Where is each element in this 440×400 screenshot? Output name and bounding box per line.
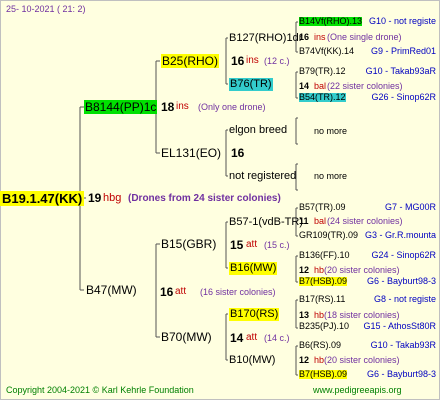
gen4-queen[interactable]: B6(RS).09 xyxy=(299,341,341,350)
gen4-queen[interactable]: B54(TR).12 xyxy=(299,93,346,102)
mother-number: 16 xyxy=(160,285,174,299)
root-queen[interactable]: B19.1.47(KK) xyxy=(0,191,85,206)
gen4-type: bal xyxy=(314,81,327,91)
gen2-a-number: 16 xyxy=(231,54,245,68)
gen3-a2[interactable]: B76(TR) xyxy=(229,78,273,91)
root-note: (Drones from 24 sister colonies) xyxy=(128,193,281,204)
gen4-number: 12 xyxy=(299,355,310,365)
father-type: ins xyxy=(176,101,189,112)
gen4-location: G6 - Bayburt98-3 xyxy=(366,276,436,286)
gen2-d-number: 14 xyxy=(230,331,244,345)
gen4-type: bal xyxy=(314,216,327,226)
gen4-number: 16 xyxy=(299,32,310,42)
gen4-queen[interactable]: B7(HSB).09 xyxy=(299,277,348,286)
gen4-type: ins xyxy=(314,32,326,42)
gen2-c[interactable]: B15(GBR) xyxy=(161,238,216,250)
gen4-queen[interactable]: B14Vf(RHO).13 xyxy=(299,17,363,26)
gen4-note: (18 sister colonies) xyxy=(324,310,400,320)
gen4-queen[interactable]: GR109(TR).09 xyxy=(299,231,358,240)
gen2-b-number: 16 xyxy=(231,146,245,160)
gen3-b1: elgon breed xyxy=(229,124,288,136)
no-more-label: no more xyxy=(314,126,348,136)
gen4-note: (22 sister colonies) xyxy=(327,81,403,91)
gen3-a1[interactable]: B127(RHO)1dr xyxy=(229,33,302,44)
gen3-c1[interactable]: B57-1(vdB-TR) xyxy=(229,217,303,228)
gen4-number: 14 xyxy=(299,81,310,91)
gen3-b2: not registered xyxy=(229,170,297,182)
gen4-location: G7 - MG00R xyxy=(384,202,436,212)
no-more-label: no more xyxy=(314,171,348,181)
gen2-d[interactable]: B70(MW) xyxy=(161,331,212,343)
gen4-queen[interactable]: B57(TR).09 xyxy=(299,203,346,212)
gen4-queen[interactable]: B136(FF).10 xyxy=(299,251,350,260)
gen4-number: 11 xyxy=(299,216,309,226)
gen4-location: G6 - Bayburt98-3 xyxy=(366,369,436,379)
gen4-note: (20 sister colonies) xyxy=(324,355,400,365)
father-note: (Only one drone) xyxy=(198,102,266,112)
gen4-location: G26 - Sinop62R xyxy=(371,92,436,102)
gen2-a-note: (12 c.) xyxy=(264,56,290,66)
father-number: 18 xyxy=(161,100,175,114)
gen4-location: G8 - not registe xyxy=(373,294,436,304)
gen4-location: G15 - AthosSt80R xyxy=(363,321,436,331)
gen2-b[interactable]: EL131(EO) xyxy=(161,147,221,159)
gen4-queen[interactable]: B7(HSB).09 xyxy=(299,370,348,379)
gen2-d-note: (14 c.) xyxy=(264,333,290,343)
gen2-d-type: att xyxy=(246,332,258,343)
gen4-note: (One single drone) xyxy=(327,32,402,42)
mother-note: (16 sister colonies) xyxy=(200,287,276,297)
gen3-d2[interactable]: B10(MW) xyxy=(229,355,275,366)
gen4-type: hb xyxy=(314,355,325,365)
gen4-type: hb xyxy=(314,265,325,275)
gen4-number: 12 xyxy=(299,265,310,275)
mother-queen[interactable]: B47(MW) xyxy=(86,284,137,296)
root-type: hbg xyxy=(103,192,122,204)
gen4-type: hb xyxy=(314,310,325,320)
gen4-location: G3 - Gr.R.mounta xyxy=(364,230,436,240)
gen4-queen[interactable]: B17(RS).11 xyxy=(299,295,345,304)
father-queen[interactable]: B8144(PP)1c xyxy=(84,100,158,114)
gen4-queen[interactable]: B74Vf(KK).14 xyxy=(299,47,354,56)
gen4-location: G10 - Takab93aR xyxy=(365,66,436,76)
gen4-location: G9 - PrimRed01 xyxy=(370,46,436,56)
print-date: 25- 10-2021 ( 21: 2) xyxy=(6,4,86,14)
gen3-d1[interactable]: B170(RS) xyxy=(229,308,280,321)
gen3-c2[interactable]: B16(MW) xyxy=(229,262,278,275)
gen4-note: (24 sister colonies) xyxy=(327,216,403,226)
gen4-location: G10 - not registe xyxy=(368,16,436,26)
gen4-location: G24 - Sinop62R xyxy=(371,250,436,260)
root-number: 19 xyxy=(88,191,102,205)
gen2-a[interactable]: B25(RHO) xyxy=(161,54,220,68)
gen4-location: G10 - Takab93R xyxy=(370,340,436,350)
gen2-c-note: (15 c.) xyxy=(264,240,290,250)
gen2-a-type: ins xyxy=(246,55,259,66)
website-link[interactable]: www.pedigreeapis.org xyxy=(313,386,402,395)
mother-type: att xyxy=(175,286,187,297)
gen4-queen[interactable]: B235(PJ).10 xyxy=(299,322,349,331)
gen2-c-type: att xyxy=(246,239,258,250)
gen4-queen[interactable]: B79(TR).12 xyxy=(299,67,346,76)
gen2-c-number: 15 xyxy=(230,238,244,252)
gen4-note: (20 sister colonies) xyxy=(324,265,400,275)
gen4-number: 13 xyxy=(299,310,310,320)
copyright: Copyright 2004-2021 © Karl Kehrle Founda… xyxy=(6,385,194,395)
